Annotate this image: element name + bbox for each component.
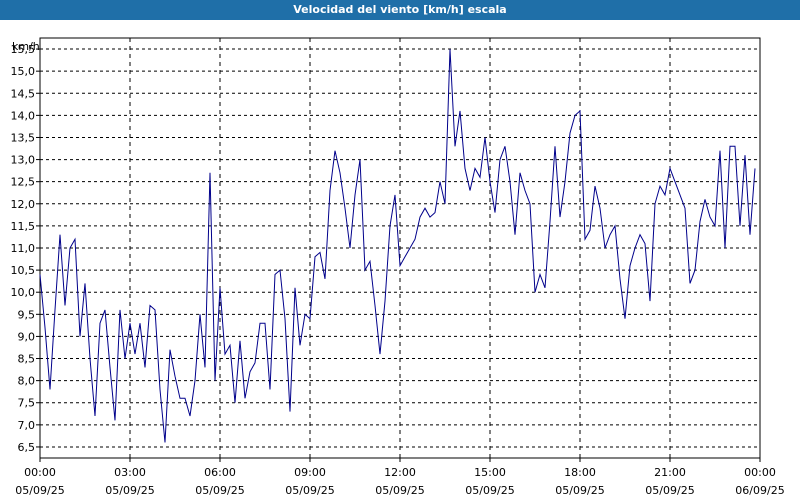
x-tick-time-label: 03:00: [114, 466, 146, 479]
y-tick-label: 15,0: [11, 65, 36, 78]
y-tick-label: 8,5: [18, 353, 36, 366]
x-tick-time-label: 06:00: [204, 466, 236, 479]
y-tick-label: 10,5: [11, 264, 36, 277]
x-tick-date-label: 05/09/25: [555, 484, 604, 497]
y-tick-label: 13,0: [11, 154, 36, 167]
x-tick-date-label: 05/09/25: [375, 484, 424, 497]
x-tick-time-label: 15:00: [474, 466, 506, 479]
x-tick-date-label: 05/09/25: [105, 484, 154, 497]
x-tick-time-label: 09:00: [294, 466, 326, 479]
y-tick-label: 7,5: [18, 397, 36, 410]
x-tick-time-label: 18:00: [564, 466, 596, 479]
x-tick-time-label: 00:00: [744, 466, 776, 479]
x-tick-date-label: 06/09/25: [735, 484, 784, 497]
y-tick-label: 6,5: [18, 441, 36, 454]
y-tick-label: 13,5: [11, 131, 36, 144]
y-tick-label: 11,0: [11, 242, 36, 255]
y-tick-label: 14,5: [11, 87, 36, 100]
y-tick-label: 9,0: [18, 330, 36, 343]
x-tick-date-label: 05/09/25: [195, 484, 244, 497]
x-tick-time-label: 12:00: [384, 466, 416, 479]
y-tick-label: 10,0: [11, 286, 36, 299]
y-tick-label: 12,0: [11, 198, 36, 211]
y-tick-label: 11,5: [11, 220, 36, 233]
x-tick-date-label: 05/09/25: [645, 484, 694, 497]
x-tick-time-label: 21:00: [654, 466, 686, 479]
y-tick-label: 8,0: [18, 375, 36, 388]
y-tick-label: 9,5: [18, 308, 36, 321]
y-tick-label: 14,0: [11, 109, 36, 122]
x-tick-time-label: 00:00: [24, 466, 56, 479]
wind-speed-chart: 6,5 7,0 7,5 8,0 8,5 9,0 9,5 10,0 10,5 11,0 11,5 12,…: [11, 37, 785, 497]
y-tick-label: 12,5: [11, 176, 36, 189]
x-axis-ticks: 00:00 05/09/25 03:00 05/09/25 06:00 05/09/25 0…: [15, 458, 785, 497]
y-axis-ticks: 6,5 7,0 7,5 8,0 8,5 9,0 9,5 10,0 10,5 11,0 11,5 12,…: [11, 43, 40, 454]
x-tick-date-label: 05/09/25: [15, 484, 64, 497]
x-tick-date-label: 05/09/25: [465, 484, 514, 497]
y-tick-label: 7,0: [18, 419, 36, 432]
y-axis-unit: km/h: [12, 40, 40, 53]
x-tick-date-label: 05/09/25: [285, 484, 334, 497]
